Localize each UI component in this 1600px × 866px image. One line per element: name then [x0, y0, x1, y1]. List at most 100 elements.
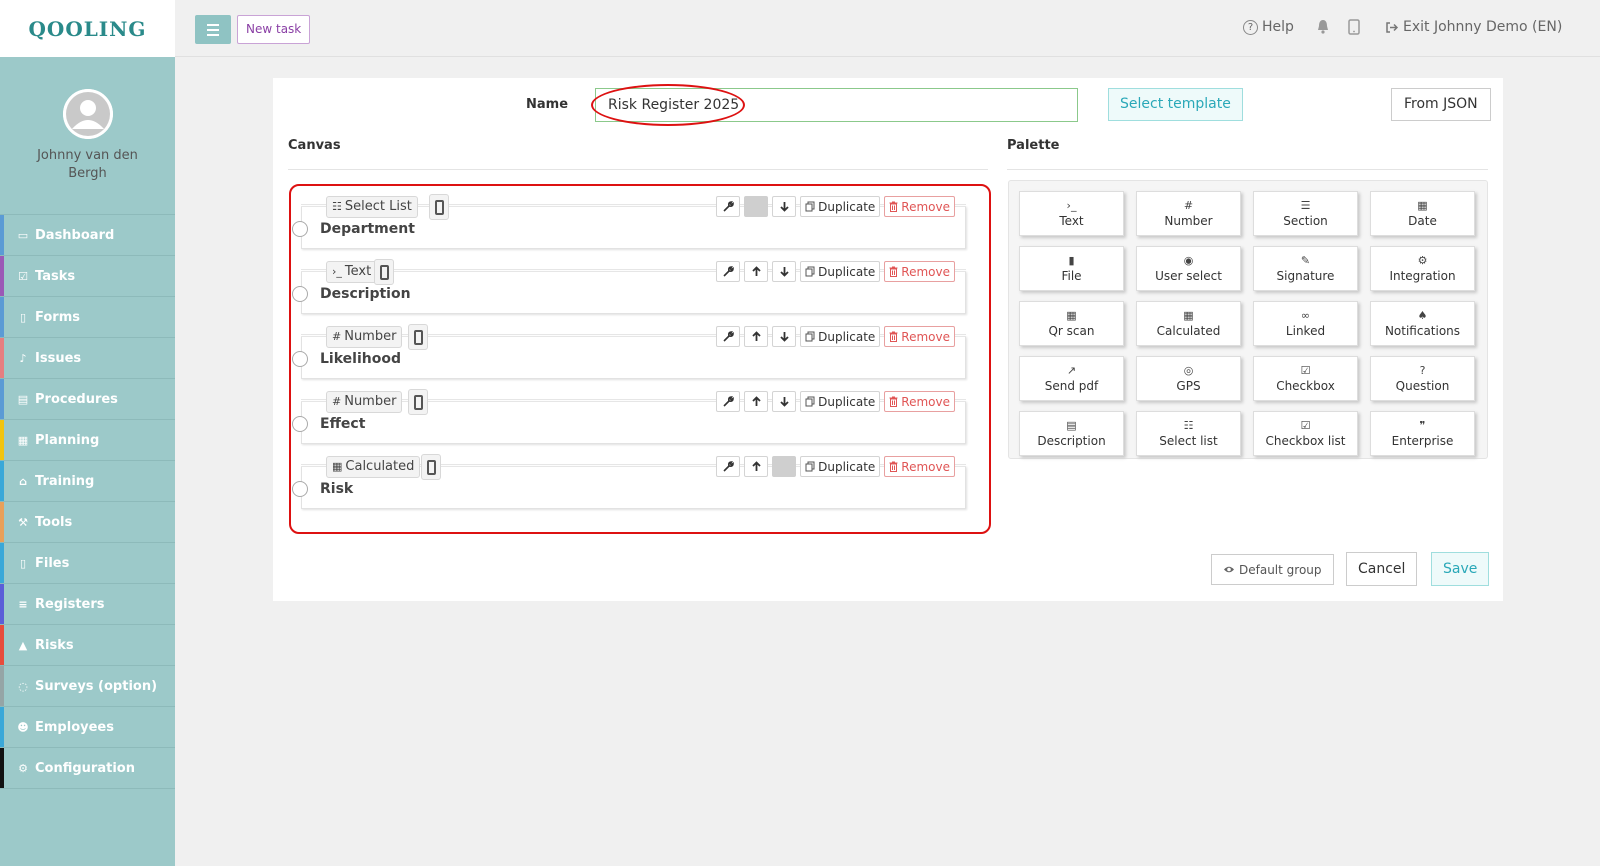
move-up-button — [744, 196, 769, 217]
wrench-icon — [723, 396, 734, 407]
sidebar-item-configuration[interactable]: ⚙ Configuration — [0, 748, 175, 789]
remove-button[interactable]: Remove — [884, 456, 955, 477]
edit-field-button[interactable] — [716, 261, 741, 282]
palette-item-text[interactable]: ›_ Text — [1019, 191, 1124, 236]
move-up-button[interactable] — [744, 326, 769, 347]
save-button[interactable]: Save — [1431, 552, 1490, 586]
arrow-up-icon — [751, 331, 761, 341]
remove-button[interactable]: Remove — [884, 391, 955, 412]
mobile-visibility-toggle[interactable] — [408, 389, 428, 415]
mobile-device-link[interactable] — [1348, 19, 1360, 35]
field-select-radio[interactable] — [292, 481, 308, 497]
palette-item-checkbox-list[interactable]: ☑ Checkbox list — [1253, 411, 1358, 456]
exit-demo-link[interactable]: Exit Johnny Demo (EN) — [1385, 19, 1562, 35]
palette-item-label: Integration — [1389, 269, 1456, 283]
from-json-button[interactable]: From JSON — [1391, 88, 1491, 121]
remove-button[interactable]: Remove — [884, 261, 955, 282]
palette-item-enterprise[interactable]: ❞ Enterprise — [1370, 411, 1475, 456]
palette-item-number[interactable]: # Number — [1136, 191, 1241, 236]
move-up-button[interactable] — [744, 391, 769, 412]
sidebar-color-bar — [0, 379, 4, 419]
canvas-title: Canvas — [288, 138, 341, 153]
mobile-visibility-toggle[interactable] — [429, 194, 449, 220]
edit-field-button[interactable] — [716, 456, 741, 477]
help-label: Help — [1262, 19, 1294, 35]
default-group-button[interactable]: Default group — [1211, 554, 1334, 585]
duplicate-button[interactable]: Duplicate — [800, 196, 881, 217]
duplicate-button[interactable]: Duplicate — [800, 456, 881, 477]
field-select-radio[interactable] — [292, 416, 308, 432]
palette-item-date[interactable]: ▦ Date — [1370, 191, 1475, 236]
move-down-button[interactable] — [772, 326, 797, 347]
palette-item-gps[interactable]: ◎ GPS — [1136, 356, 1241, 401]
sidebar-color-bar — [0, 625, 4, 665]
copy-icon — [805, 201, 815, 212]
palette-item-select-list[interactable]: ☷ Select list — [1136, 411, 1241, 456]
exit-label: Exit Johnny Demo (EN) — [1403, 19, 1563, 35]
palette-item-calculated[interactable]: ▦ Calculated — [1136, 301, 1241, 346]
palette-item-section[interactable]: ☰ Section — [1253, 191, 1358, 236]
sidebar-item-risks[interactable]: ▲ Risks — [0, 625, 175, 666]
palette-item-question[interactable]: ? Question — [1370, 356, 1475, 401]
mobile-visibility-toggle[interactable] — [408, 324, 428, 350]
palette-item-signature[interactable]: ✎ Signature — [1253, 246, 1358, 291]
move-down-button[interactable] — [772, 196, 797, 217]
move-down-button[interactable] — [772, 261, 797, 282]
sidebar-item-employees[interactable]: ☻ Employees — [0, 707, 175, 748]
sidebar-item-registers[interactable]: ≡ Registers — [0, 584, 175, 625]
avatar[interactable] — [62, 89, 113, 139]
duplicate-button[interactable]: Duplicate — [800, 261, 881, 282]
field-type-label: Select List — [344, 199, 412, 214]
sidebar-item-files[interactable]: ▯ Files — [0, 543, 175, 584]
field-select-radio[interactable] — [292, 351, 308, 367]
field-select-radio[interactable] — [292, 286, 308, 302]
select-template-button[interactable]: Select template — [1108, 88, 1243, 121]
duplicate-button[interactable]: Duplicate — [800, 326, 881, 347]
palette-item-label: Qr scan — [1048, 324, 1095, 338]
field-select-radio[interactable] — [292, 221, 308, 237]
palette-item-linked[interactable]: ∞ Linked — [1253, 301, 1358, 346]
palette-item-user-select[interactable]: ◉ User select — [1136, 246, 1241, 291]
edit-field-button[interactable] — [716, 326, 741, 347]
palette-item-integration[interactable]: ⚙ Integration — [1370, 246, 1475, 291]
sidebar-item-procedures[interactable]: ▤ Procedures — [0, 379, 175, 420]
cancel-button[interactable]: Cancel — [1346, 552, 1418, 586]
edit-field-button[interactable] — [716, 196, 741, 217]
sidebar-item-tools[interactable]: ⚒ Tools — [0, 502, 175, 543]
sidebar-item-surveys-option[interactable]: ◌ Surveys (option) — [0, 666, 175, 707]
sidebar-item-tasks[interactable]: ☑ Tasks — [0, 256, 175, 297]
palette-item-description[interactable]: ▤ Description — [1019, 411, 1124, 456]
move-down-button[interactable] — [772, 391, 797, 412]
sidebar-item-dashboard[interactable]: ▭ Dashboard — [0, 215, 175, 256]
hamburger-menu-button[interactable] — [195, 15, 231, 44]
palette-item-send-pdf[interactable]: ↗ Send pdf — [1019, 356, 1124, 401]
mobile-visibility-toggle[interactable] — [421, 454, 441, 480]
sidebar-item-forms[interactable]: ▯ Forms — [0, 297, 175, 338]
sidebar-item-training[interactable]: ⌂ Training — [0, 461, 175, 502]
form-name-input[interactable] — [595, 88, 1078, 122]
new-task-button[interactable]: New task — [237, 15, 311, 44]
palette-item-notifications[interactable]: ♠ Notifications — [1370, 301, 1475, 346]
palette-item-checkbox[interactable]: ☑ Checkbox — [1253, 356, 1358, 401]
mobile-phone-icon — [379, 264, 389, 280]
notifications-bell[interactable] — [1316, 19, 1330, 34]
sidebar-item-planning[interactable]: ▦ Planning — [0, 420, 175, 461]
move-up-button[interactable] — [744, 261, 769, 282]
mobile-visibility-toggle[interactable] — [374, 259, 394, 285]
bell-icon: ♪ — [19, 351, 27, 365]
sidebar-item-issues[interactable]: ♪ Issues — [0, 338, 175, 379]
palette-item-file[interactable]: ▮ File — [1019, 246, 1124, 291]
sidebar: QOOLING Johnny van den Bergh ▭ Dashboard ☑… — [0, 0, 175, 866]
arrow-up-icon — [751, 461, 761, 471]
sidebar-color-bar — [0, 707, 4, 747]
help-link[interactable]: ? Help — [1243, 19, 1294, 35]
duplicate-button[interactable]: Duplicate — [800, 391, 881, 412]
remove-button[interactable]: Remove — [884, 196, 955, 217]
remove-button[interactable]: Remove — [884, 326, 955, 347]
sidebar-item-label: Files — [35, 555, 70, 571]
move-up-button[interactable] — [744, 456, 769, 477]
edit-field-button[interactable] — [716, 391, 741, 412]
palette-item-qr-scan[interactable]: ▦ Qr scan — [1019, 301, 1124, 346]
remove-label: Remove — [901, 199, 950, 214]
logo[interactable]: QOOLING — [0, 0, 175, 57]
